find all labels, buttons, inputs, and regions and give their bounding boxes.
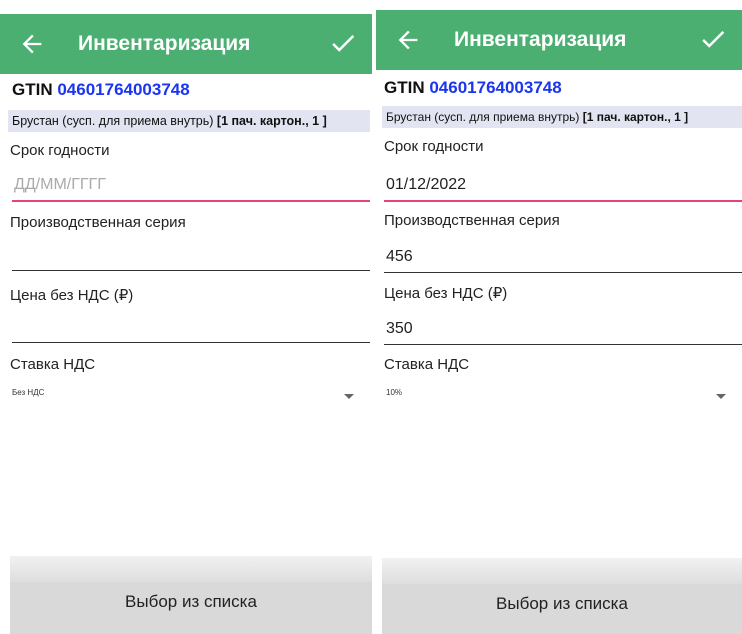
vat-select[interactable]: Без НДС: [12, 388, 370, 408]
checkmark-icon[interactable]: [328, 28, 358, 58]
series-value: 456: [386, 248, 413, 265]
caret-down-icon: [716, 394, 726, 399]
product-description: Брустан (сусп. для приема внутрь) [1 пач…: [382, 106, 742, 128]
page-title: Инвентаризация: [454, 28, 627, 51]
series-label: Производственная серия: [10, 214, 186, 231]
price-label: Цена без НДС (₽): [384, 285, 508, 302]
expiry-label: Срок годности: [384, 138, 484, 155]
gtin-line: GTIN 04601764003748: [384, 78, 562, 98]
select-from-list-button[interactable]: Выбор из списка: [10, 556, 372, 634]
price-input[interactable]: 350: [384, 314, 742, 345]
arrow-left-icon[interactable]: [394, 26, 422, 54]
app-bar: Инвентаризация: [0, 14, 372, 74]
series-input[interactable]: [12, 240, 370, 271]
product-pack: [1 пач. картон., 1 ]: [216, 114, 327, 128]
gtin-line: GTIN 04601764003748: [12, 80, 190, 100]
expiry-label: Срок годности: [10, 142, 110, 159]
product-pack: [1 пач. картон., 1 ]: [582, 110, 689, 124]
vat-label: Ставка НДС: [10, 356, 96, 373]
page-title: Инвентаризация: [78, 32, 251, 55]
gtin-label: GTIN: [12, 80, 53, 99]
series-label: Производственная серия: [384, 212, 560, 229]
gtin-label: GTIN: [384, 78, 425, 97]
gtin-code: 04601764003748: [57, 80, 190, 99]
expiry-date-input[interactable]: 01/12/2022: [384, 170, 742, 202]
expiry-placeholder: ДД/ММ/ГГГГ: [14, 176, 106, 193]
screen-inventory-empty: Инвентаризация GTIN 04601764003748 Бруст…: [0, 0, 372, 634]
gtin-code: 04601764003748: [429, 78, 562, 97]
checkmark-icon[interactable]: [698, 24, 728, 54]
price-value: 350: [386, 320, 413, 337]
price-input[interactable]: [12, 312, 370, 343]
product-description: Брустан (сусп. для приема внутрь) [1 пач…: [8, 110, 370, 132]
screen-inventory-filled: Инвентаризация GTIN 04601764003748 Бруст…: [376, 0, 742, 634]
arrow-left-icon[interactable]: [18, 30, 46, 58]
vat-select[interactable]: 10%: [386, 388, 742, 408]
select-from-list-label: Выбор из списка: [496, 594, 628, 613]
product-name: Брустан (сусп. для приема внутрь): [12, 114, 214, 128]
vat-value: Без НДС: [12, 388, 45, 397]
product-name: Брустан (сусп. для приема внутрь): [386, 110, 580, 124]
expiry-date-input[interactable]: ДД/ММ/ГГГГ: [12, 170, 370, 202]
vat-label: Ставка НДС: [384, 356, 470, 373]
app-bar: Инвентаризация: [376, 10, 742, 70]
vat-value: 10%: [386, 388, 403, 397]
series-input[interactable]: 456: [384, 242, 742, 273]
caret-down-icon: [344, 394, 354, 399]
select-from-list-label: Выбор из списка: [125, 592, 257, 611]
select-from-list-button[interactable]: Выбор из списка: [382, 558, 742, 634]
expiry-value: 01/12/2022: [386, 176, 467, 193]
price-label: Цена без НДС (₽): [10, 287, 134, 304]
